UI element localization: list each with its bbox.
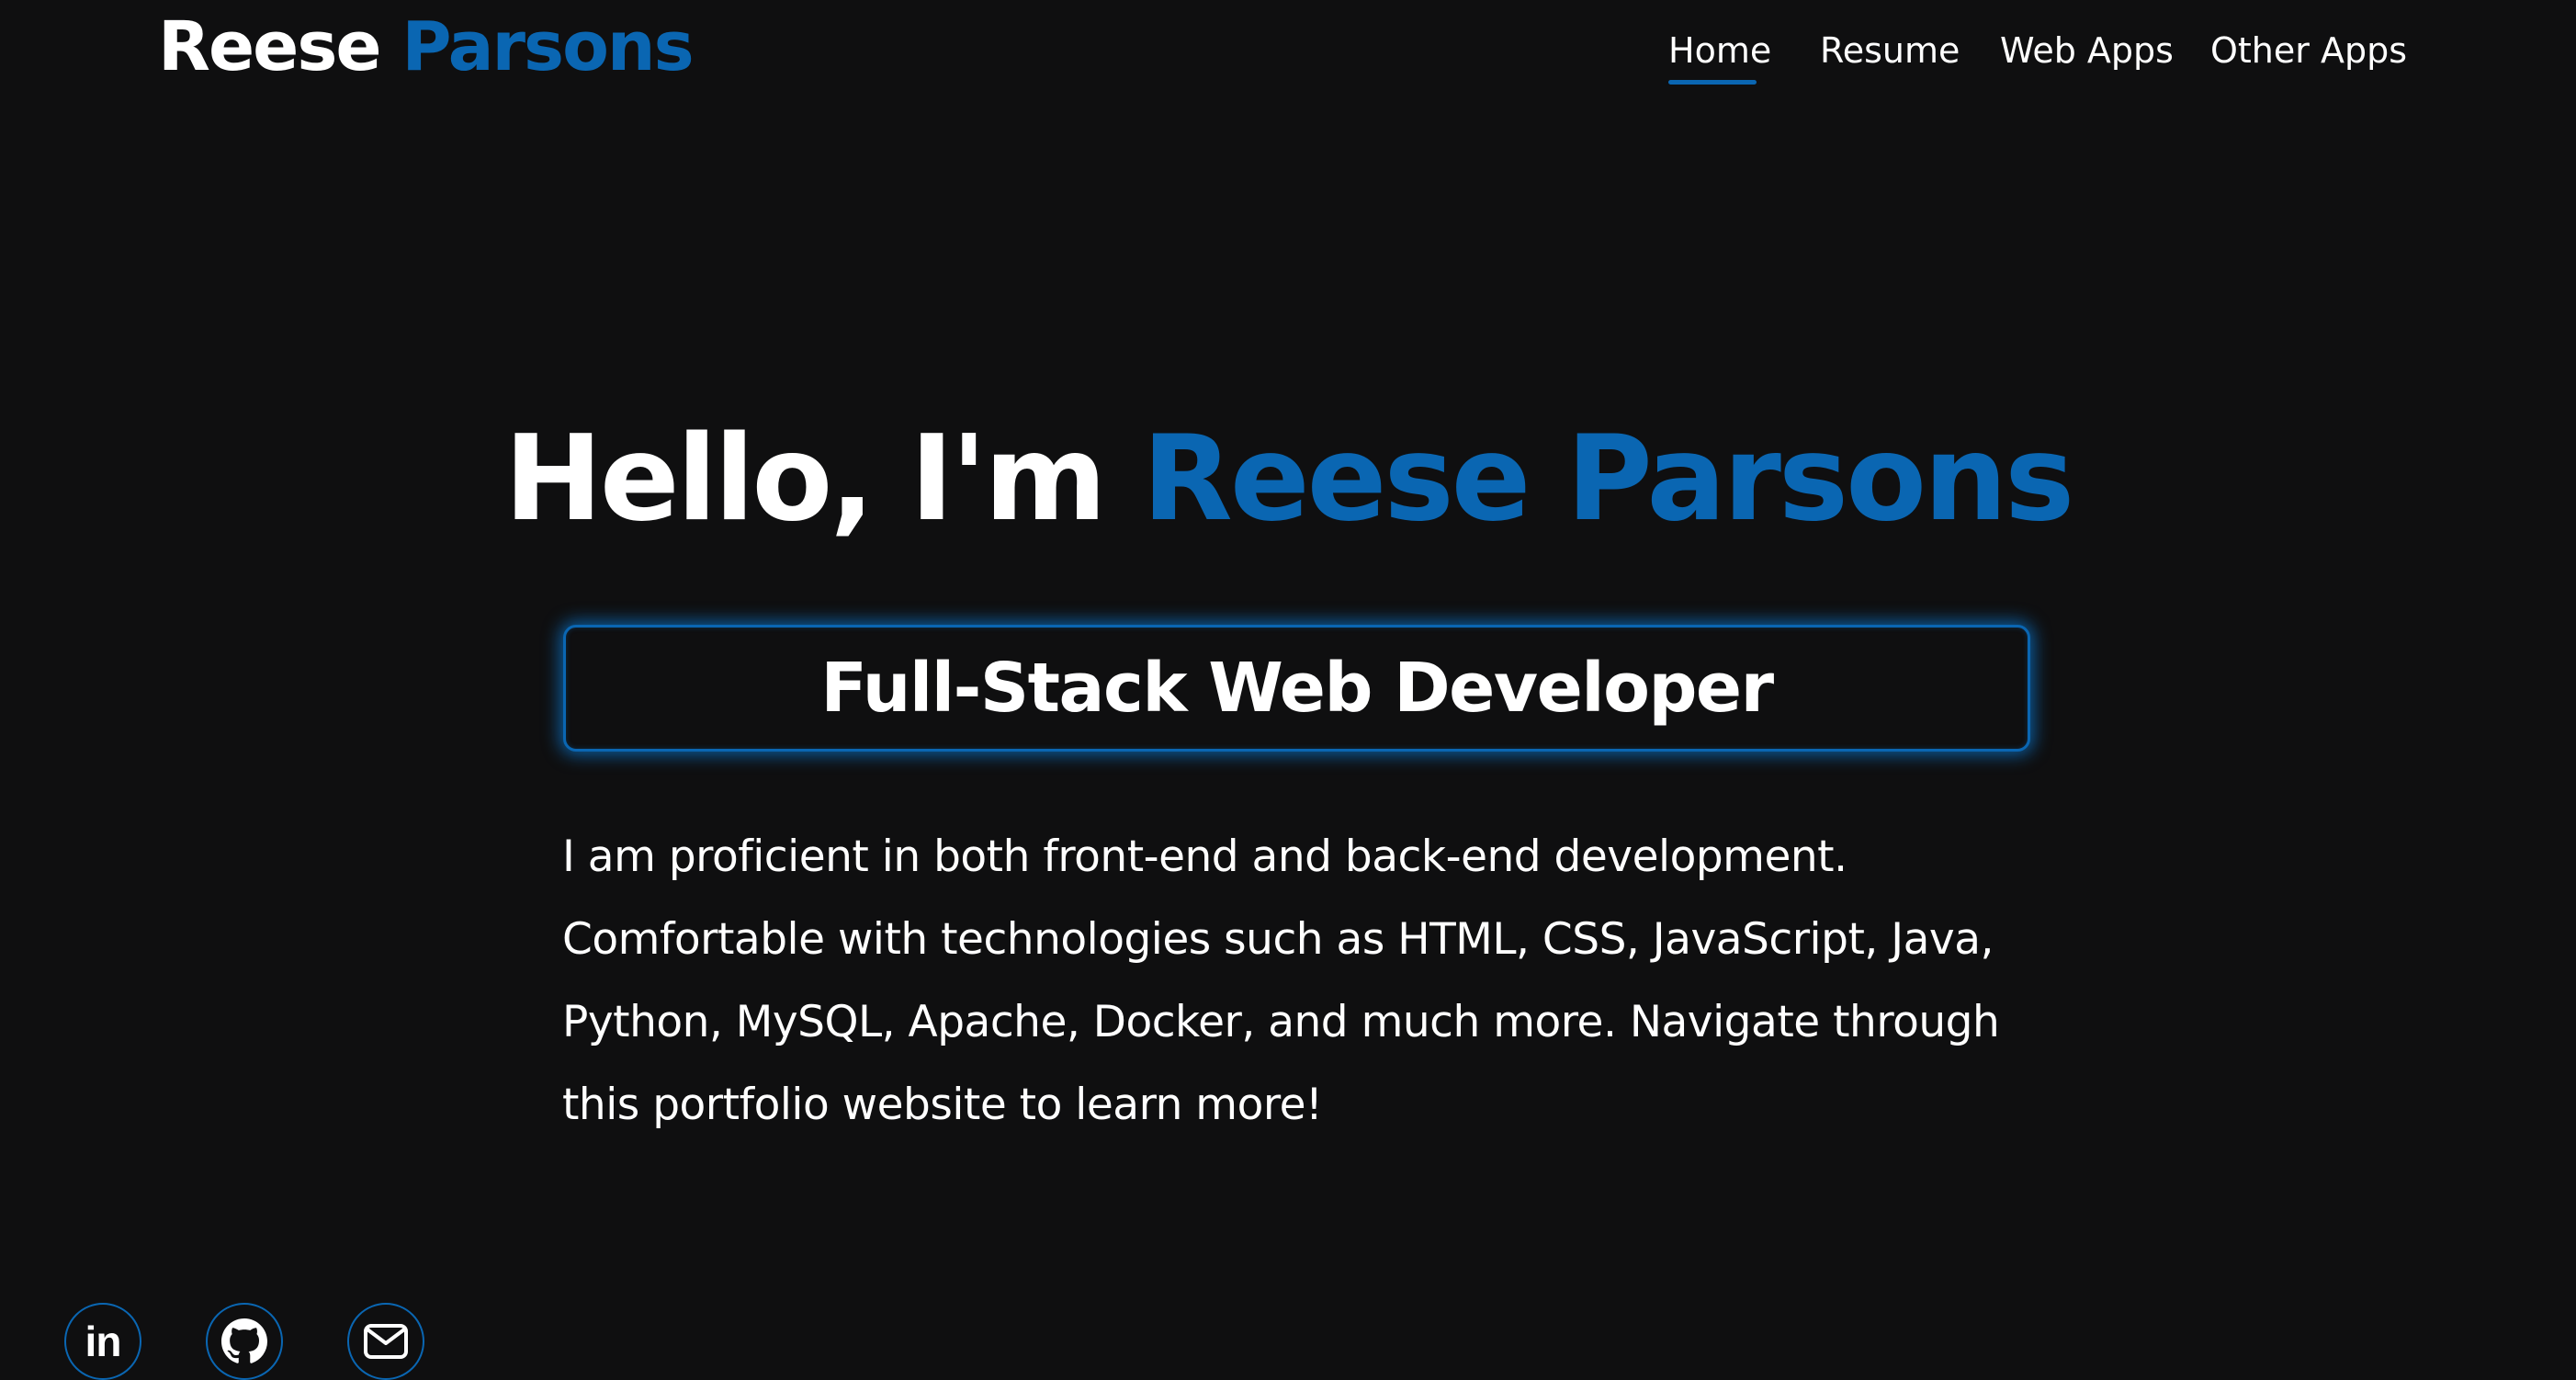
nav-web-apps[interactable]: Web Apps xyxy=(2000,29,2210,72)
hero-greeting: Hello, I'm xyxy=(503,411,1107,548)
main-nav: Home Resume Web Apps Other Apps xyxy=(1668,29,2412,85)
logo-last-name: Parsons xyxy=(401,7,694,86)
site-logo[interactable]: Reese Parsons xyxy=(158,13,695,81)
email-link[interactable] xyxy=(347,1303,424,1380)
hero-title: Hello, I'm Reese Parsons xyxy=(0,417,2576,541)
github-icon xyxy=(221,1318,267,1363)
nav-resume[interactable]: Resume xyxy=(1820,29,2000,72)
logo-first-name: Reese xyxy=(158,7,382,86)
nav-home[interactable]: Home xyxy=(1668,29,1820,85)
mail-icon xyxy=(364,1324,408,1359)
linkedin-link[interactable]: in xyxy=(64,1303,141,1380)
hero-name: Reese Parsons xyxy=(1142,411,2074,548)
role-banner: Full-Stack Web Developer xyxy=(563,625,2030,752)
github-link[interactable] xyxy=(206,1303,283,1380)
role-text: Full-Stack Web Developer xyxy=(820,649,1774,728)
bio-paragraph: I am proficient in both front-end and ba… xyxy=(562,831,2000,1130)
nav-other-apps[interactable]: Other Apps xyxy=(2210,29,2412,72)
social-links: in xyxy=(64,1303,424,1380)
portfolio-page: Reese Parsons Home Resume Web Apps Other… xyxy=(0,0,2576,1380)
linkedin-icon: in xyxy=(85,1318,122,1365)
